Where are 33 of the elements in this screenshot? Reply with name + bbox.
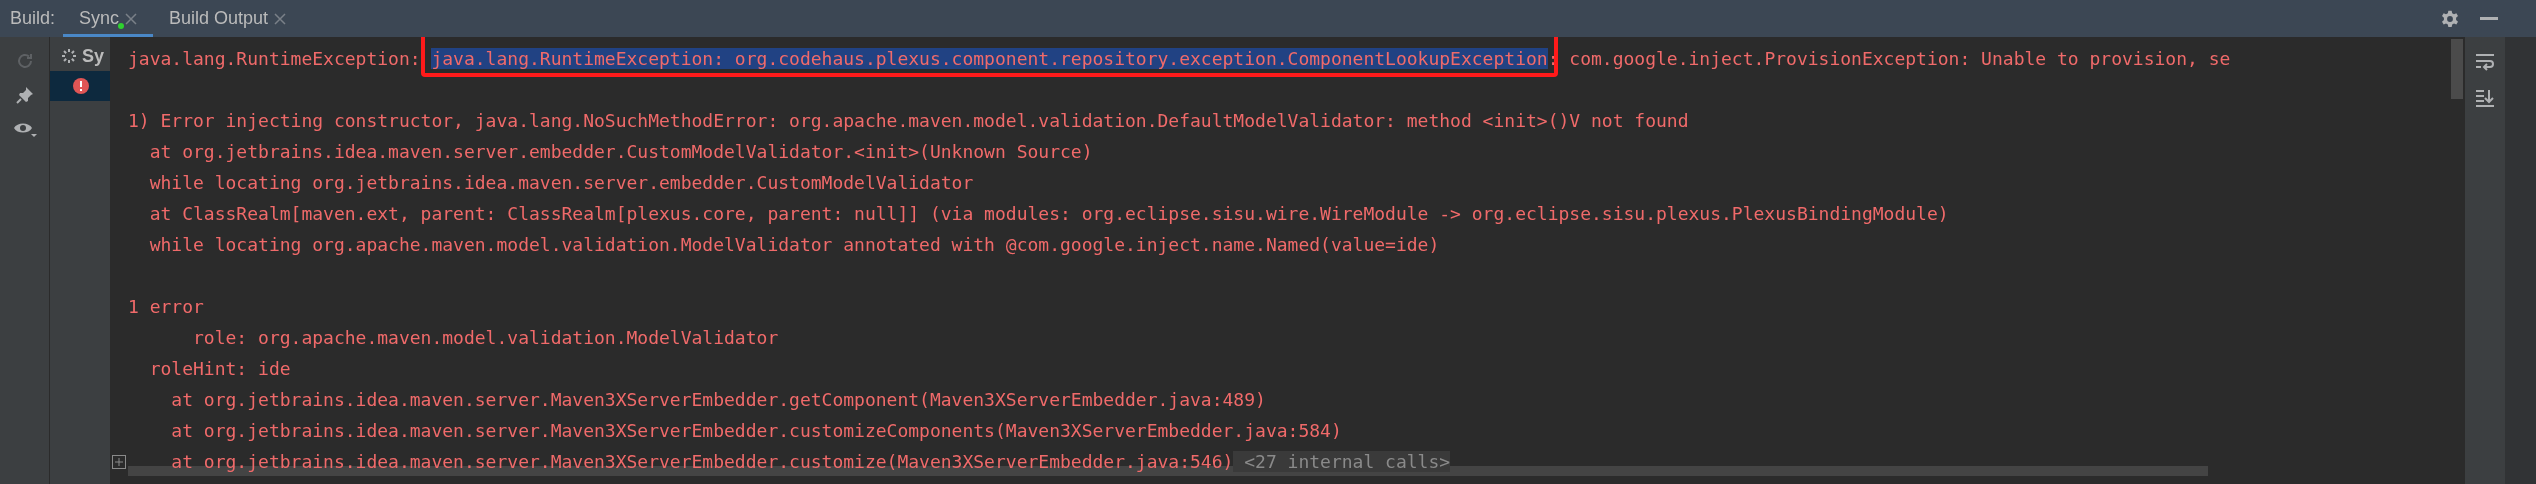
soft-wrap-icon[interactable]: [2475, 53, 2495, 71]
error-icon: [72, 77, 90, 95]
settings-icon[interactable]: [2440, 8, 2460, 29]
log-text: java.lang.RuntimeException:: [128, 48, 422, 69]
pin-icon[interactable]: [14, 85, 35, 105]
tree-item[interactable]: [50, 71, 110, 101]
log-text: 1) Error injecting constructor, java.lang.NoSuchMethodError: org.apache.maven.model.validation.DefaultModelValidator: method <init>()V not found: [128, 110, 1689, 131]
tab[interactable]: Build Output: [153, 0, 303, 37]
folded-calls-hint[interactable]: <27 internal calls>: [1233, 451, 1451, 472]
log-text: roleHint: ide: [148, 358, 291, 379]
log-text: at org.jetbrains.idea.maven.server.Maven3XServerEmbedder.customize(Maven3XServerEmbedder.java:546): [170, 451, 1234, 472]
vertical-scrollbar[interactable]: [2451, 39, 2463, 99]
tree-item-label: Sy: [82, 44, 105, 68]
tool-window-label: Build:: [10, 7, 56, 30]
close-icon[interactable]: [125, 12, 138, 25]
log-text: : com.google.inject.ProvisionException: Unable to provision, se: [1547, 48, 2231, 69]
log-text: at org.jetbrains.idea.maven.server.embedder.CustomModelValidator.<init>(Unknown Source): [148, 141, 1093, 162]
tab-label: Build Output: [169, 7, 269, 30]
spinner-icon: [60, 47, 78, 65]
expand-icon[interactable]: [112, 455, 126, 469]
log-text: 1 error: [128, 296, 204, 317]
log-text: while locating org.jetbrains.idea.maven.server.embedder.CustomModelValidator: [148, 172, 974, 193]
scroll-to-end-icon[interactable]: [2475, 89, 2495, 107]
tree-item[interactable]: Sy: [50, 41, 110, 71]
tab-label: Sync: [79, 5, 120, 32]
log-text: at org.jetbrains.idea.maven.server.Maven3XServerEmbedder.getComponent(Maven3XServerEmbedder.java:489): [170, 389, 1266, 410]
log-text: at org.jetbrains.idea.maven.server.Maven3XServerEmbedder.customizeComponents(Maven3XServerEmbedder.java:584): [170, 420, 1342, 441]
log-text: at ClassRealm[maven.ext, parent: ClassRealm[plexus.core, parent: null]] (via modules: org.eclipse.sisu.wire.WireModule -> org.eclipse.sisu.plexus.PlexusBindingModule): [148, 203, 1949, 224]
close-icon[interactable]: [274, 12, 287, 25]
log-text: role: org.apache.maven.model.validation.ModelValidator: [192, 327, 779, 348]
log-text: while locating org.apache.maven.model.validation.ModelValidator annotated with @com.google.inject.name.Named(value=ide): [148, 234, 1440, 255]
minimize-icon[interactable]: [2480, 16, 2498, 21]
selected-text: java.lang.RuntimeException: org.codehaus.plexus.component.repository.exception.ComponentLookupException: [431, 48, 1548, 69]
